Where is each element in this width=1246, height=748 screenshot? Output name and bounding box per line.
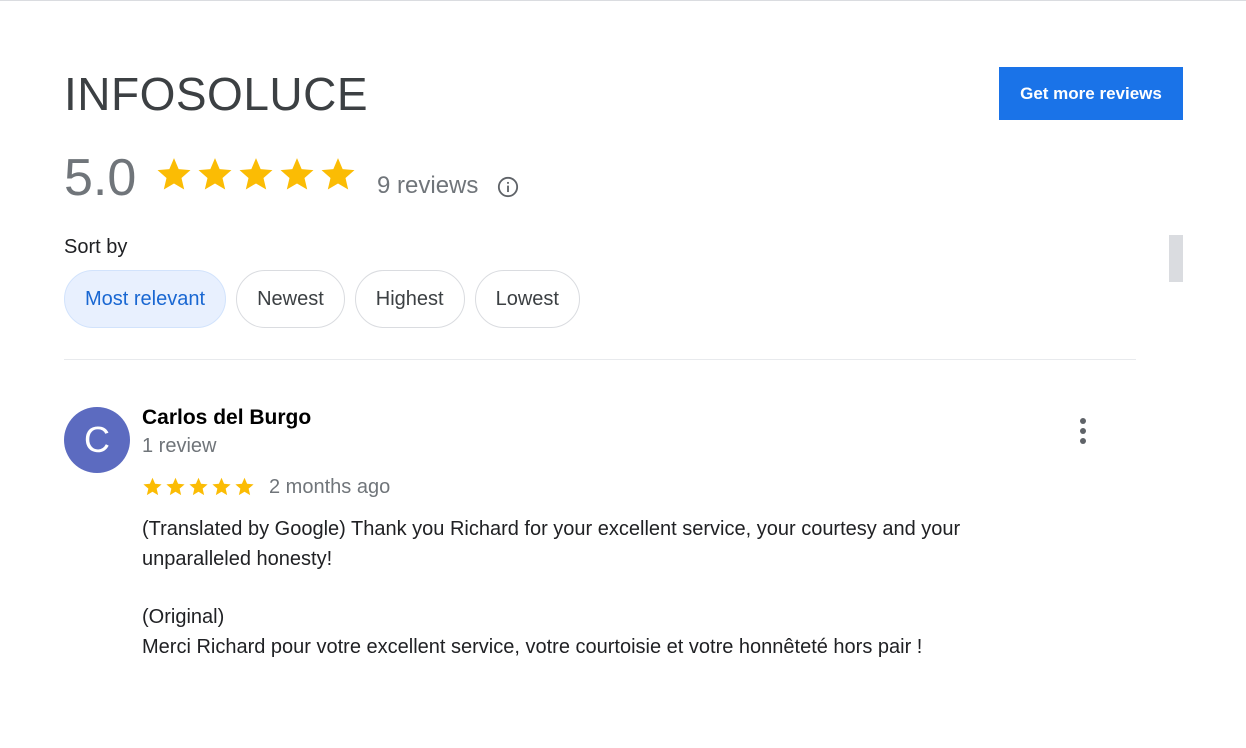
review-original-label: (Original) <box>142 606 225 628</box>
sort-chip-most-relevant[interactable]: Most relevant <box>64 270 227 328</box>
scrollbar-thumb[interactable] <box>1169 235 1183 282</box>
review-date: 2 months ago <box>269 476 391 498</box>
star-icon <box>157 158 191 190</box>
divider <box>64 359 1136 360</box>
reviewer-review-count: 1 review <box>142 435 217 457</box>
star-icon <box>198 158 232 190</box>
business-name: INFOSOLUCE <box>64 68 369 120</box>
star-icon <box>212 477 231 496</box>
review-body: (Translated by Google) Thank you Richard… <box>142 514 1042 662</box>
top-border <box>0 0 1246 1</box>
review-translated-text: (Translated by Google) Thank you Richard… <box>142 518 961 570</box>
sort-chip-lowest[interactable]: Lowest <box>474 270 580 328</box>
sort-by-label: Sort by <box>64 236 128 258</box>
dot <box>1080 438 1086 444</box>
reviewer-name[interactable]: Carlos del Burgo <box>142 406 311 430</box>
star-icon <box>189 477 208 496</box>
sort-chip-newest[interactable]: Newest <box>236 270 345 328</box>
avatar[interactable]: C <box>64 407 130 473</box>
info-icon[interactable] <box>497 176 519 198</box>
sort-chips: Most relevant Newest Highest Lowest <box>64 270 580 328</box>
sort-chip-highest[interactable]: Highest <box>354 270 465 328</box>
get-more-reviews-button[interactable]: Get more reviews <box>999 67 1183 120</box>
rating-value: 5.0 <box>64 149 137 207</box>
star-icon <box>235 477 254 496</box>
star-icon <box>166 477 185 496</box>
review-count: 9 reviews <box>377 172 479 199</box>
star-icon <box>143 477 162 496</box>
star-icon <box>239 158 273 190</box>
star-icon <box>280 158 314 190</box>
review-stars <box>142 476 255 497</box>
dot <box>1080 418 1086 424</box>
dot <box>1080 428 1086 434</box>
avatar-letter: C <box>84 419 110 460</box>
star-icon <box>321 158 355 190</box>
rating-stars <box>155 155 357 193</box>
review-original-text: Merci Richard pour votre excellent servi… <box>142 636 923 658</box>
more-options-button[interactable] <box>1068 412 1098 450</box>
